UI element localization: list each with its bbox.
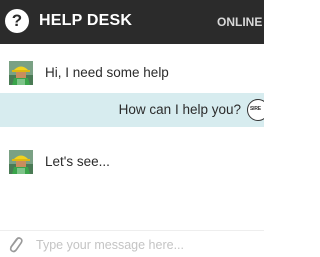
- help-icon[interactable]: ?: [5, 9, 29, 33]
- help-desk-widget: ? HELP DESK ONLINE Hi, I need some help …: [0, 0, 264, 257]
- agent-avatar-icon: [9, 61, 33, 85]
- message-text: Let's see...: [45, 154, 110, 169]
- message-composer: [0, 230, 264, 257]
- user-message: How can I help you? SIRE: [0, 93, 264, 127]
- status-label: ONLINE: [217, 15, 263, 29]
- user-avatar: SIRE: [247, 99, 264, 121]
- message-text: Hi, I need some help: [45, 65, 169, 80]
- avatar-text: SIRE: [250, 106, 261, 112]
- message-input[interactable]: [36, 235, 262, 255]
- chat-header: ? HELP DESK ONLINE: [0, 0, 264, 44]
- chat-title: HELP DESK: [39, 12, 133, 29]
- message-text: How can I help you?: [118, 102, 241, 117]
- agent-message: Let's see...: [0, 145, 264, 179]
- paperclip-icon[interactable]: [6, 233, 24, 255]
- agent-message: Hi, I need some help: [0, 56, 264, 90]
- agent-avatar-icon: [9, 150, 33, 174]
